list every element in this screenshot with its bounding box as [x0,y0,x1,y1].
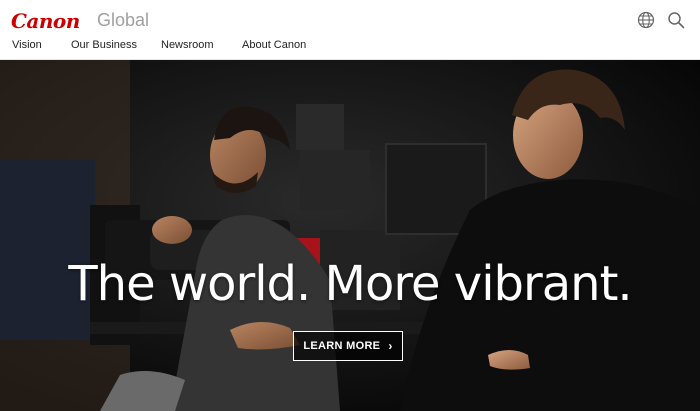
learn-more-label: LEARN MORE [303,340,381,352]
nav-item-our-business[interactable]: Our Business [71,39,161,51]
learn-more-button[interactable]: LEARN MORE › [293,331,403,361]
search-icon[interactable] [666,10,686,30]
nav-item-vision[interactable]: Vision [12,39,71,51]
chevron-right-icon: › [388,339,393,353]
hero-headline: The world. More vibrant. [68,256,632,312]
site-header: Canon Global Vision Our Business Newsroo… [0,0,700,60]
main-nav: Vision Our Business Newsroom About Canon [12,39,306,51]
nav-item-newsroom[interactable]: Newsroom [161,39,242,51]
nav-item-about-canon[interactable]: About Canon [242,39,306,51]
header-icons [636,10,686,30]
hero-banner: The world. More vibrant. LEARN MORE › [0,60,700,411]
site-name[interactable]: Global [97,10,149,31]
globe-icon[interactable] [636,10,656,30]
canon-logo[interactable]: Canon [11,9,80,33]
